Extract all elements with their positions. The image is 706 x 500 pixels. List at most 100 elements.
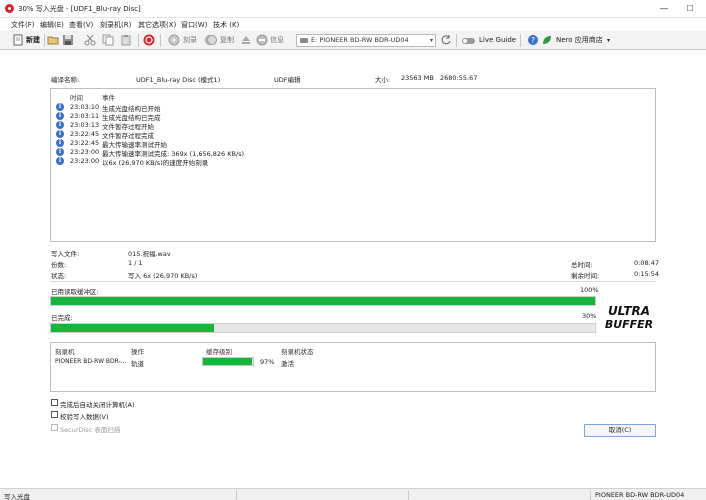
chevron-down-icon: ▾ — [429, 37, 433, 44]
log-row: i 23:23:00 以6x (26,970 KB/s)的速度开始刻录 — [56, 157, 646, 167]
cut-icon[interactable] — [84, 34, 96, 46]
log-time: 23:23:00 — [70, 157, 100, 165]
log-row: i 23:03:11 生成光盘结构已完成 — [56, 112, 646, 122]
log-row: i 23:23:00 最大传输速率测试完成: 369x (1,656,826 K… — [56, 148, 646, 158]
status-value: 写入 6x (26,970 KB/s) — [128, 272, 198, 280]
window-title: 30% 写入光盘 - [UDF1_Blu-ray Disc] — [18, 5, 141, 13]
new-button[interactable]: 新建 — [26, 34, 40, 47]
menu-view[interactable]: 查看(V) — [69, 20, 93, 30]
menu-file[interactable]: 文件(F) — [11, 20, 35, 30]
info-icon: i — [56, 112, 64, 120]
statusbar-task: 写入光盘 — [4, 493, 30, 500]
drive-select[interactable]: E: PIONEER BD-RW BDR-UD04 ▾ — [296, 34, 436, 47]
paste-icon[interactable] — [120, 34, 132, 46]
log-event: 以6x (26,970 KB/s)的速度开始刻录 — [102, 159, 209, 167]
verify-checkbox[interactable] — [51, 411, 58, 418]
title-bar: 30% 写入光盘 - [UDF1_Blu-ray Disc] — ☐ — [0, 0, 706, 18]
securdisc-checkbox[interactable] — [51, 424, 58, 431]
burn-progress-panel: 编译名称: UDF1_Blu-ray Disc (模式1) UDF编辑 大小: … — [0, 50, 706, 488]
maximize-button[interactable]: ☐ — [677, 0, 703, 18]
refresh-icon[interactable] — [440, 34, 452, 46]
writing-file-value: 015.祝福.wav — [128, 250, 171, 258]
info-icon: i — [56, 157, 64, 165]
status-bar: 写入光盘 PIONEER BD-RW BDR-UD04 — [0, 488, 706, 500]
buffer-progress-fill — [51, 297, 595, 305]
copy-disc-button[interactable]: 复制 — [220, 34, 234, 47]
recorder-name: PIONEER BD-RW BDR-... — [55, 358, 127, 365]
leaf-icon — [543, 36, 551, 44]
menu-edit[interactable]: 编辑(E) — [40, 20, 64, 30]
info-icon: i — [56, 130, 64, 138]
log-row: i 23:22:45 文件暂存过程完成 — [56, 130, 646, 140]
ultra-buffer-logo-line1: ULTRA — [608, 304, 650, 318]
log-time: 23:23:00 — [70, 148, 100, 156]
nero-burn-icon[interactable] — [143, 34, 155, 46]
event-log[interactable]: 时间 事件 i 23:03:10 生成光盘结构已开始 i 23:03:11 生成… — [50, 88, 656, 242]
live-guide-button[interactable]: Live Guide — [479, 34, 516, 47]
live-guide-toggle[interactable] — [462, 38, 475, 44]
log-row: i 23:03:13 文件暂存过程开始 — [56, 121, 646, 131]
log-time: 23:03:11 — [70, 112, 100, 120]
log-header-time: 时间 — [70, 94, 83, 102]
log-header-event: 事件 — [102, 94, 115, 102]
menu-technology[interactable]: 技术 (K) — [213, 20, 239, 30]
cancel-button[interactable]: 取消(C) — [584, 424, 656, 437]
eject-icon[interactable] — [240, 34, 252, 46]
ultra-buffer-logo: ULTRA BUFFER — [605, 304, 653, 331]
save-icon[interactable] — [62, 34, 74, 46]
drive-icon — [300, 38, 308, 43]
toolbar-overflow-icon[interactable]: ▾ — [607, 34, 610, 47]
menu-recorder[interactable]: 刻录机(R) — [100, 20, 131, 30]
completed-progress-fill — [51, 324, 215, 332]
copies-value: 1 / 1 — [128, 259, 143, 267]
info-button[interactable]: 信息 — [270, 34, 284, 47]
duration-value: 2680:55.67 — [440, 74, 478, 82]
total-time-value: 0:08:47 — [634, 259, 660, 267]
remaining-time-value: 0:15:54 — [634, 270, 660, 278]
drive-select-value: E: PIONEER BD-RW BDR-UD04 — [311, 36, 409, 44]
divider — [50, 281, 656, 282]
completed-label: 已完成: — [51, 314, 73, 322]
menu-extras[interactable]: 其它选项(X) — [138, 20, 176, 30]
recorder-header-operation: 操作 — [131, 348, 144, 356]
nero-store-button[interactable]: Nero 应用商店 — [556, 34, 603, 47]
compilation-name-value: UDF1_Blu-ray Disc (模式1) — [136, 76, 221, 84]
completed-percent: 30% — [582, 312, 597, 320]
recorder-table[interactable]: 刻录机 操作 缓存级别 刻录机状态 PIONEER BD-RW BDR-... … — [50, 342, 656, 392]
log-time: 23:03:13 — [70, 121, 100, 129]
compilation-type-value: UDF编辑 — [274, 76, 301, 84]
buffer-percent: 100% — [580, 286, 599, 294]
info-icon: i — [56, 103, 64, 111]
log-row: i 23:03:10 生成光盘结构已开始 — [56, 103, 646, 113]
status-label: 状态: — [51, 272, 67, 280]
menu-window[interactable]: 窗口(W) — [181, 20, 207, 30]
log-time: 23:22:45 — [70, 130, 100, 138]
recorder-status: 激活 — [281, 360, 294, 368]
info-icon: i — [56, 121, 64, 129]
open-folder-icon[interactable] — [47, 34, 59, 46]
info-icon: i — [56, 139, 64, 147]
shutdown-checkbox[interactable] — [51, 399, 58, 406]
recorder-header-buffer: 缓存级别 — [206, 348, 232, 356]
info-icon: i — [56, 148, 64, 156]
total-time-label: 总时间: — [571, 261, 593, 269]
burn-button[interactable]: 刻录 — [183, 34, 197, 47]
ultra-buffer-logo-line2: BUFFER — [605, 318, 653, 331]
shutdown-label: 完成后自动关闭计算机(A) — [60, 401, 135, 409]
nero-app-icon — [5, 4, 14, 13]
recorder-operation: 轨道 — [131, 360, 144, 368]
buffer-label: 已用读取缓冲区: — [51, 288, 99, 296]
statusbar-drive: PIONEER BD-RW BDR-UD04 — [595, 491, 685, 499]
completed-progress-bar — [50, 323, 596, 333]
compilation-name-label: 编译名称: — [51, 76, 80, 84]
menu-bar: 文件(F) 编辑(E) 查看(V) 刻录机(R) 其它选项(X) 窗口(W) 技… — [0, 18, 706, 31]
log-time: 23:03:10 — [70, 103, 100, 111]
help-icon[interactable]: ? — [527, 34, 539, 46]
recorder-buffer-percent: 97% — [260, 358, 275, 366]
erase-disc-icon[interactable] — [256, 34, 268, 46]
remaining-time-label: 剩余时间: — [571, 272, 600, 280]
copy-disc-icon[interactable] — [205, 34, 217, 46]
copy-icon[interactable] — [102, 34, 114, 46]
burn-disc-icon[interactable] — [168, 34, 180, 46]
minimize-button[interactable]: — — [651, 0, 677, 18]
